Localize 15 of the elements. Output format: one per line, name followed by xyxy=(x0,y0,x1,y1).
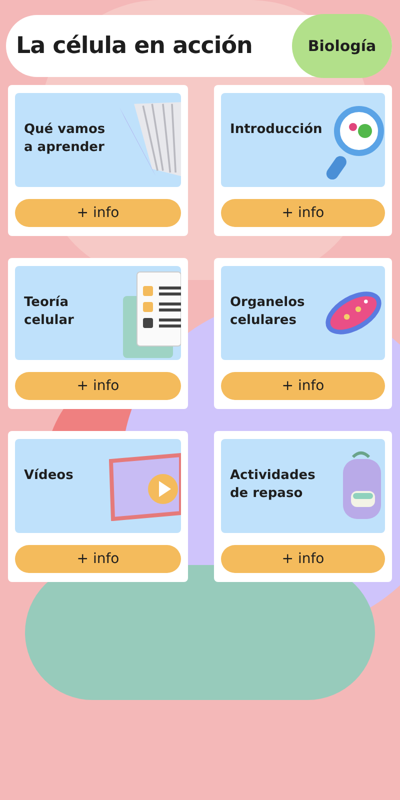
card-title: Teoría celular xyxy=(24,294,75,330)
card-title: Vídeos xyxy=(24,467,74,485)
info-button[interactable]: + info xyxy=(221,199,385,227)
subject-badge: Biología xyxy=(292,14,392,78)
card-title: Organelos celulares xyxy=(230,294,306,330)
card-title: Actividades de repaso xyxy=(230,467,316,502)
video-player-icon xyxy=(109,451,181,521)
info-button[interactable]: + info xyxy=(15,199,181,227)
page-title: La célula en acción xyxy=(16,33,252,59)
info-button[interactable]: + info xyxy=(221,372,385,400)
info-button[interactable]: + info xyxy=(15,545,181,573)
card-title: Introducción xyxy=(230,121,322,139)
card-title: Qué vamos a aprender xyxy=(24,121,106,156)
info-button[interactable]: + info xyxy=(15,372,181,400)
info-button[interactable]: + info xyxy=(221,545,385,573)
